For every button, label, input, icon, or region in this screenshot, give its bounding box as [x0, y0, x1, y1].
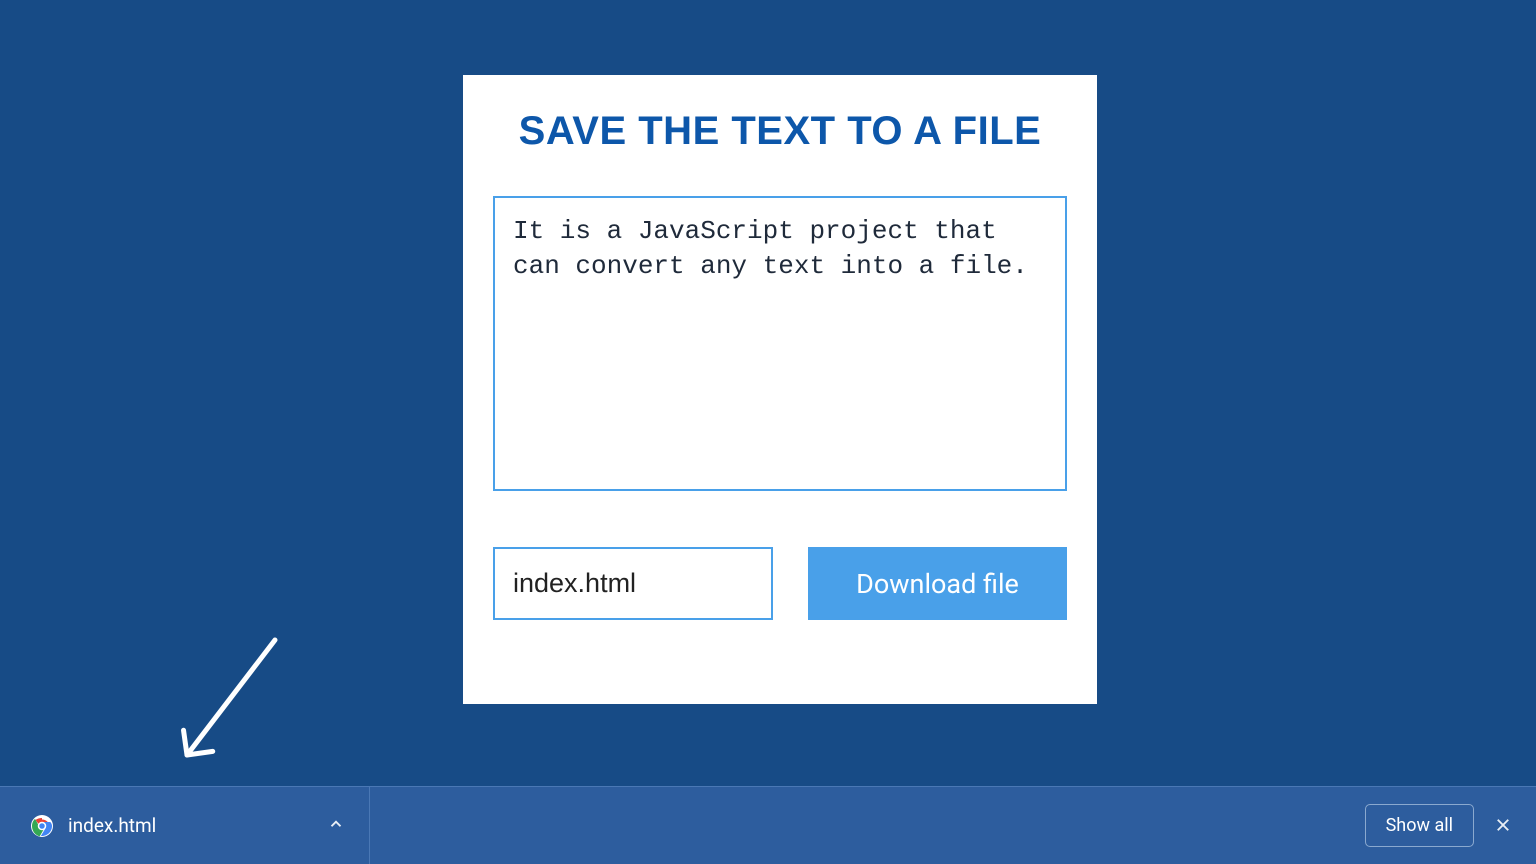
download-filename: index.html	[68, 814, 321, 837]
text-content-textarea[interactable]	[493, 196, 1067, 491]
close-icon[interactable]	[1474, 812, 1536, 840]
downloads-bar: index.html Show all	[0, 786, 1536, 864]
chevron-up-icon[interactable]	[321, 809, 351, 843]
card-title: SAVE THE TEXT TO A FILE	[493, 109, 1067, 154]
download-chip[interactable]: index.html	[0, 787, 370, 864]
save-text-card: SAVE THE TEXT TO A FILE Download file	[463, 75, 1097, 704]
annotation-arrow-icon	[175, 635, 285, 775]
controls-row: Download file	[493, 547, 1067, 620]
show-all-button[interactable]: Show all	[1365, 804, 1474, 847]
download-file-button[interactable]: Download file	[808, 547, 1067, 620]
filename-input[interactable]	[493, 547, 773, 620]
chrome-icon	[30, 814, 54, 838]
